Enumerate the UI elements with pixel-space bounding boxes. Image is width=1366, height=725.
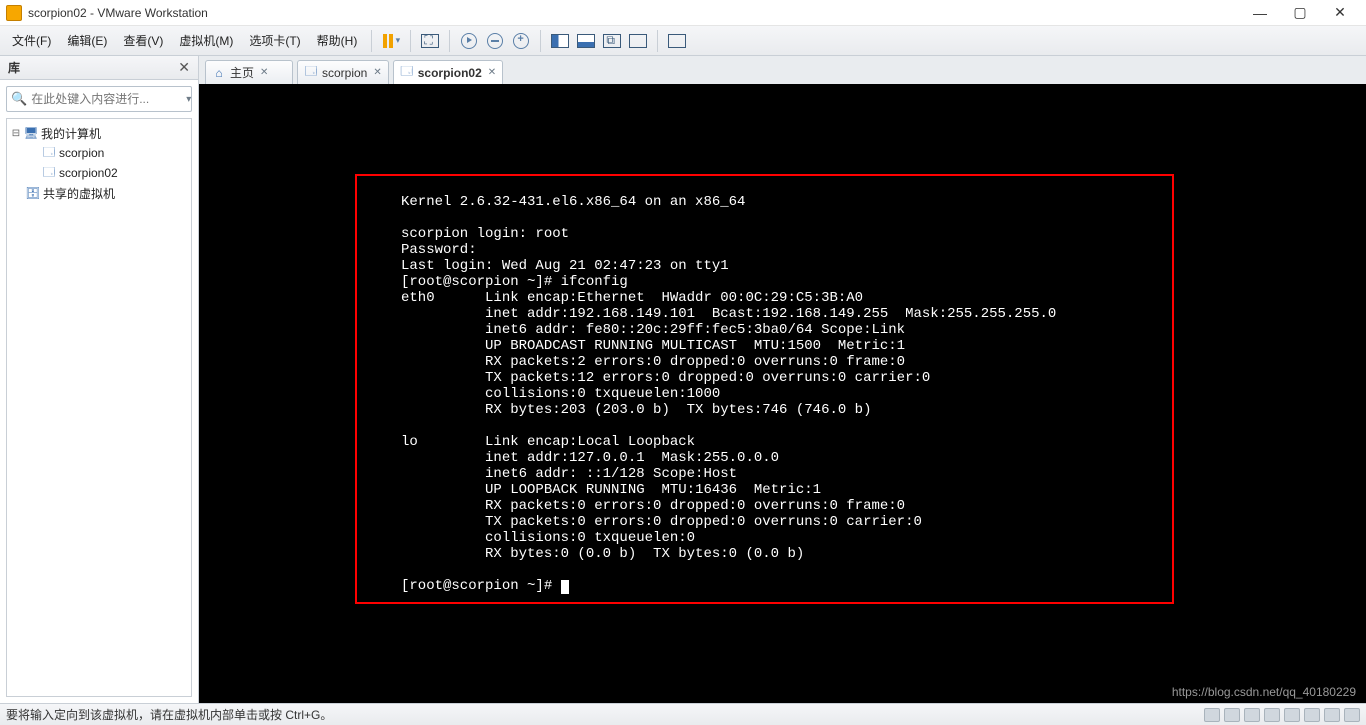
window-title: scorpion02 - VMware Workstation xyxy=(28,6,208,20)
tree-node-scorpion02[interactable]: 🗔 scorpion02 xyxy=(9,163,189,183)
snapshot-play-button[interactable] xyxy=(456,28,482,54)
shared-icon: 🗄 xyxy=(25,186,41,200)
layout-bottom-button[interactable] xyxy=(573,28,599,54)
toolbar-separator xyxy=(371,30,372,52)
status-device-icon[interactable] xyxy=(1304,708,1320,722)
snapshot-minus-button[interactable] xyxy=(482,28,508,54)
pause-button[interactable]: ▾ xyxy=(378,28,404,54)
menu-help[interactable]: 帮助(H) xyxy=(309,28,366,53)
menu-tabs[interactable]: 选项卡(T) xyxy=(241,28,308,53)
vm-icon: 🗔 xyxy=(304,66,318,80)
tree-node-shared[interactable]: 🗄 共享的虚拟机 xyxy=(9,183,189,203)
screens-button[interactable] xyxy=(417,28,443,54)
computer-icon: 🖥 xyxy=(23,126,39,140)
close-button[interactable]: ✕ xyxy=(1320,0,1360,26)
tab-label: scorpion xyxy=(322,66,367,80)
tree-node-scorpion[interactable]: 🗔 scorpion xyxy=(9,143,189,163)
sidebar-close-icon[interactable]: ✕ xyxy=(178,59,190,76)
menu-vm[interactable]: 虚拟机(M) xyxy=(171,28,241,53)
console-output[interactable]: Kernel 2.6.32-431.el6.x86_64 on an x86_6… xyxy=(199,84,1366,703)
search-input[interactable] xyxy=(31,92,186,106)
window-titlebar: scorpion02 - VMware Workstation — ▢ ✕ xyxy=(0,0,1366,26)
snapshot-plus-button[interactable] xyxy=(508,28,534,54)
tab-label: scorpion02 xyxy=(418,66,482,80)
status-device-icon[interactable] xyxy=(1264,708,1280,722)
status-device-icon[interactable] xyxy=(1344,708,1360,722)
maximize-button[interactable]: ▢ xyxy=(1280,0,1320,26)
tab-close-icon[interactable]: ✕ xyxy=(373,67,381,78)
tree-label: 我的计算机 xyxy=(39,125,101,142)
sidebar-header: 库 ✕ xyxy=(0,56,198,80)
status-device-icon[interactable] xyxy=(1324,708,1340,722)
tab-close-icon[interactable]: ✕ xyxy=(488,67,496,78)
sidebar-title: 库 xyxy=(8,59,178,76)
toolbar-separator xyxy=(657,30,658,52)
menu-toolbar: 文件(F) 编辑(E) 查看(V) 虚拟机(M) 选项卡(T) 帮助(H) ▾ xyxy=(0,26,1366,56)
status-message: 要将输入定向到该虚拟机，请在虚拟机内部单击或按 Ctrl+G。 xyxy=(6,706,1204,723)
tab-label: 主页 xyxy=(230,64,254,81)
content-area: ⌂ 主页 ✕ 🗔 scorpion ✕ 🗔 scorpion02 ✕ Kerne… xyxy=(199,56,1366,703)
toolbar-separator xyxy=(410,30,411,52)
tab-scorpion02[interactable]: 🗔 scorpion02 ✕ xyxy=(393,60,503,84)
toolbar-separator xyxy=(449,30,450,52)
home-icon: ⌂ xyxy=(212,66,226,80)
toolbar-separator xyxy=(540,30,541,52)
vm-icon: 🗔 xyxy=(41,146,57,160)
status-icons xyxy=(1204,708,1360,722)
watermark: https://blog.csdn.net/qq_40180229 xyxy=(1172,685,1356,699)
layout-detach-button[interactable] xyxy=(599,28,625,54)
app-icon xyxy=(6,5,22,21)
status-bar: 要将输入定向到该虚拟机，请在虚拟机内部单击或按 Ctrl+G。 xyxy=(0,703,1366,725)
fullscreen-button[interactable] xyxy=(664,28,690,54)
menu-edit[interactable]: 编辑(E) xyxy=(59,28,115,53)
vm-icon: 🗔 xyxy=(400,66,414,80)
search-icon: 🔍 xyxy=(11,91,27,107)
main-area: 库 ✕ 🔍 ▾ ⊟🖥 我的计算机 🗔 scorpion 🗔 scorpion02… xyxy=(0,56,1366,703)
layout-unity-button[interactable] xyxy=(625,28,651,54)
tab-bar: ⌂ 主页 ✕ 🗔 scorpion ✕ 🗔 scorpion02 ✕ xyxy=(199,56,1366,84)
library-sidebar: 库 ✕ 🔍 ▾ ⊟🖥 我的计算机 🗔 scorpion 🗔 scorpion02… xyxy=(0,56,199,703)
status-device-icon[interactable] xyxy=(1204,708,1220,722)
vm-console[interactable]: Kernel 2.6.32-431.el6.x86_64 on an x86_6… xyxy=(199,84,1366,703)
status-device-icon[interactable] xyxy=(1244,708,1260,722)
library-tree[interactable]: ⊟🖥 我的计算机 🗔 scorpion 🗔 scorpion02 🗄 共享的虚拟… xyxy=(6,118,192,697)
tree-label: 共享的虚拟机 xyxy=(41,185,115,202)
menu-file[interactable]: 文件(F) xyxy=(4,28,59,53)
tree-label: scorpion xyxy=(57,146,104,160)
vm-icon: 🗔 xyxy=(41,166,57,180)
minimize-button[interactable]: — xyxy=(1240,0,1280,26)
tab-scorpion[interactable]: 🗔 scorpion ✕ xyxy=(297,60,389,84)
tree-label: scorpion02 xyxy=(57,166,118,180)
menu-view[interactable]: 查看(V) xyxy=(115,28,171,53)
tab-close-icon[interactable]: ✕ xyxy=(260,67,268,78)
sidebar-search[interactable]: 🔍 ▾ xyxy=(6,86,192,112)
search-dropdown-icon[interactable]: ▾ xyxy=(186,94,191,105)
status-device-icon[interactable] xyxy=(1224,708,1240,722)
tab-home[interactable]: ⌂ 主页 ✕ xyxy=(205,60,293,84)
layout-left-button[interactable] xyxy=(547,28,573,54)
status-device-icon[interactable] xyxy=(1284,708,1300,722)
tree-node-my-computer[interactable]: ⊟🖥 我的计算机 xyxy=(9,123,189,143)
